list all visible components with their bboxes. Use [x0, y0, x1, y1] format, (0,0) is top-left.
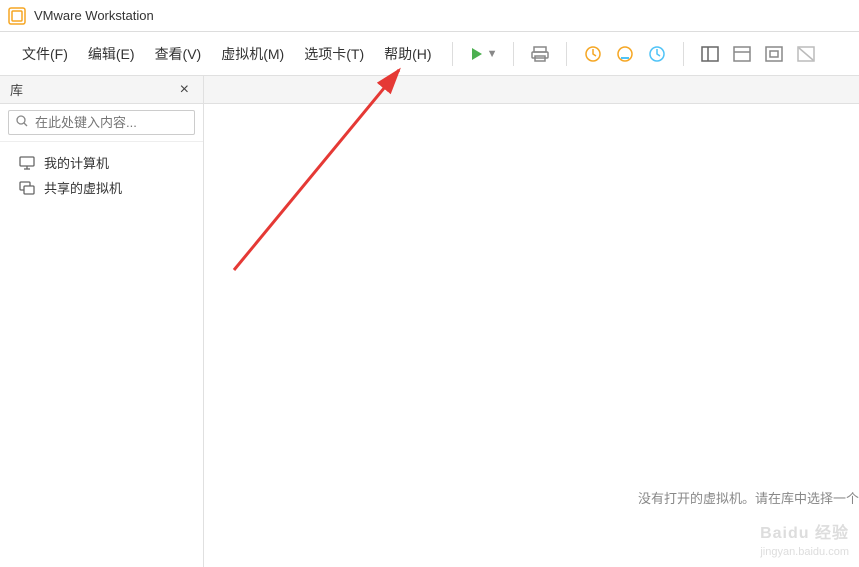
unity-icon[interactable]	[794, 42, 818, 66]
separator	[452, 42, 453, 66]
shared-icon	[18, 181, 36, 195]
printer-icon[interactable]	[528, 42, 552, 66]
content-area: 库 × ▼ 我的计算机 共享的虚拟机	[0, 76, 859, 567]
app-title: VMware Workstation	[34, 8, 154, 23]
menu-tabs[interactable]: 选项卡(T)	[294, 38, 374, 70]
sidebar-title: 库	[10, 80, 23, 99]
play-icon	[469, 46, 485, 62]
sidebar: 库 × ▼ 我的计算机 共享的虚拟机	[0, 76, 204, 567]
play-button-group[interactable]: ▼	[469, 46, 498, 62]
chevron-down-icon: ▼	[487, 48, 498, 60]
layout-single-icon[interactable]	[730, 42, 754, 66]
search-box[interactable]: ▼	[8, 110, 195, 135]
titlebar: VMware Workstation	[0, 0, 859, 32]
tree-item-label: 共享的虚拟机	[44, 178, 122, 197]
tree: 我的计算机 共享的虚拟机	[0, 142, 203, 208]
tree-item-shared-vm[interactable]: 共享的虚拟机	[10, 175, 193, 200]
sidebar-header: 库 ×	[0, 76, 203, 104]
watermark-url: jingyan.baidu.com	[760, 545, 849, 559]
menu-edit[interactable]: 编辑(E)	[78, 38, 145, 70]
separator	[513, 42, 514, 66]
monitor-icon	[18, 156, 36, 170]
app-icon	[8, 7, 26, 25]
main-tab-strip	[204, 76, 859, 104]
menu-help[interactable]: 帮助(H)	[374, 38, 441, 70]
close-icon[interactable]: ×	[176, 81, 193, 99]
separator	[566, 42, 567, 66]
fullscreen-icon[interactable]	[762, 42, 786, 66]
layout-split-icon[interactable]	[698, 42, 722, 66]
search-input[interactable]	[35, 115, 211, 130]
menubar: 文件(F) 编辑(E) 查看(V) 虚拟机(M) 选项卡(T) 帮助(H) ▼	[0, 32, 859, 76]
main-panel: 没有打开的虚拟机。请在库中选择一个 Baidu 经验 jingyan.baidu…	[204, 76, 859, 567]
menu-file[interactable]: 文件(F)	[12, 38, 78, 70]
empty-message: 没有打开的虚拟机。请在库中选择一个	[638, 488, 859, 507]
revert-icon[interactable]	[645, 42, 669, 66]
separator	[683, 42, 684, 66]
watermark: Baidu 经验 jingyan.baidu.com	[760, 524, 849, 559]
search-icon	[15, 114, 29, 131]
snapshot-icon[interactable]	[581, 42, 605, 66]
watermark-title: Baidu 经验	[760, 524, 849, 545]
snapshot-manager-icon[interactable]	[613, 42, 637, 66]
tree-item-my-computer[interactable]: 我的计算机	[10, 150, 193, 175]
tree-item-label: 我的计算机	[44, 153, 109, 172]
search-row: ▼	[0, 104, 203, 142]
menu-view[interactable]: 查看(V)	[145, 38, 212, 70]
menu-vm[interactable]: 虚拟机(M)	[211, 38, 294, 70]
